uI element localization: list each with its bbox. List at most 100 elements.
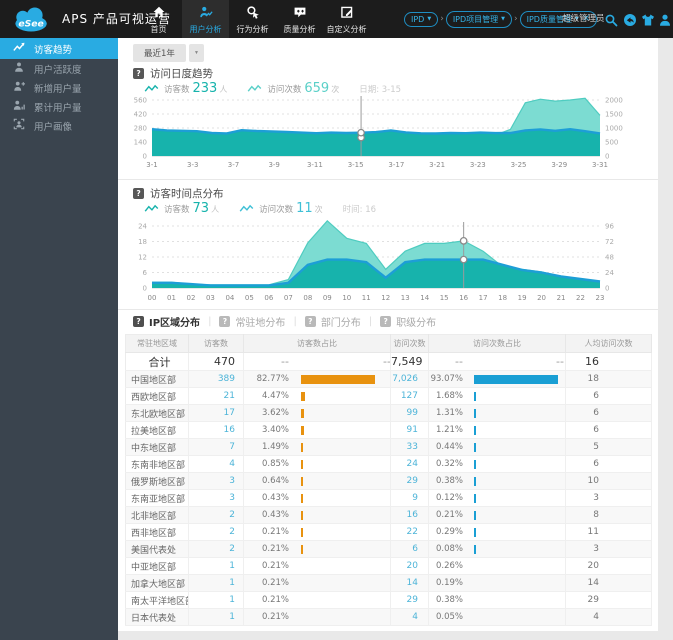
visits-value[interactable]: 33 [390,438,429,456]
user-role: 超级管理员 [562,14,605,24]
tab-separator: | [293,316,297,327]
sidebar-item-user-portrait[interactable]: 用户画像 [0,116,118,135]
svg-text:09: 09 [323,294,332,302]
visitors-value[interactable]: 17 [188,404,244,422]
user-analysis-icon [199,4,213,23]
theme-icon[interactable] [641,12,655,26]
region-name: 东北欧地区部 [125,404,189,422]
visits-value[interactable]: 6 [390,540,429,558]
profile-icon[interactable] [658,12,672,26]
visits-share: 1.68% [435,391,463,401]
visitors-value[interactable]: 1 [188,574,244,592]
nav-item-custom-analysis[interactable]: 自定义分析 [323,0,370,38]
visitors-share: 0.64% [261,476,289,486]
svg-text:3-25: 3-25 [511,161,527,169]
breadcrumb-pill[interactable]: IPD ▼ [404,11,439,27]
visitors-value[interactable]: 2 [188,540,244,558]
visits-value[interactable]: 29 [390,591,429,609]
svg-text:3-11: 3-11 [307,161,323,169]
tab-部门分布[interactable]: ? 部门分布 [304,314,361,329]
visits-value[interactable]: 16 [390,506,429,524]
search-icon[interactable] [604,12,618,27]
visitors-value[interactable]: 3 [188,489,244,507]
sidebar-item-new-users[interactable]: 新增用户量 [0,78,118,97]
table-row: 西欧地区部 21 4.47% 127 1.68% 6 [125,387,652,405]
visitors-value[interactable]: 1 [188,557,244,575]
tab-IP区域分布[interactable]: ? IP区域分布 [133,314,200,329]
visitors-share-bar [301,391,306,401]
logo[interactable]: eSee [8,4,56,34]
visitors-share: 3.62% [261,408,289,418]
svg-text:0: 0 [143,285,147,293]
nav-item-quality-analysis[interactable]: 质量分析 [276,0,323,38]
visits-share: 0.08% [435,544,463,554]
avg-visits-value: 6 [565,404,652,422]
sidebar-item-label: 访客趋势 [34,44,73,56]
tab-常驻地分布[interactable]: ? 常驻地分布 [219,314,285,329]
visits-share-bar [474,527,476,537]
date-range-caret-button[interactable]: ▼ [188,44,204,62]
sidebar-item-user-activity[interactable]: 用户活跃度 [0,59,118,78]
breadcrumb-pill[interactable]: IPD项目管理 ▼ [445,10,513,28]
visitors-value[interactable]: 16 [188,421,244,439]
table-row: 南太平洋地区部 1 0.21% 29 0.38% 29 [125,591,652,609]
visitors-value[interactable]: 7 [188,438,244,456]
sidebar-item-label: 累计用户量 [34,102,82,114]
visits-share: 0.26% [435,561,463,571]
hourly-distribution-chart[interactable]: 24 9618 7212 486 240 000 01 02 03 04 05 06 07 08 09 10 1… [118,214,658,308]
visits-value[interactable]: 9 [390,489,429,507]
quality-analysis-icon [293,4,307,23]
daily-trend-chart[interactable]: 560 2000420 1500280 1000140 5000 03-1 3-3 3-7 3-… [118,94,658,178]
visitors-value[interactable]: 3 [188,472,244,490]
svg-text:eSee: eSee [18,18,43,29]
visits-share: 0.32% [435,459,463,469]
visitors-value[interactable]: 1 [188,591,244,609]
visits-value[interactable]: 4 [390,608,429,626]
visitors-value[interactable]: 4 [188,455,244,473]
table-row: 中东地区部 7 1.49% 33 0.44% 5 [125,438,652,456]
region-name: 俄罗斯地区部 [125,472,189,490]
help-icon: ? [304,316,316,327]
tab-职级分布[interactable]: ? 职级分布 [380,314,436,329]
visitors-share: 0.85% [261,459,289,469]
visits-value[interactable]: 24 [390,455,429,473]
sidebar-item-total-users[interactable]: 累计用户量 [0,97,118,116]
visitors-share-bar [301,408,305,418]
visits-share: 0.38% [435,476,463,486]
help-icon: ? [133,316,144,327]
nav-item-home[interactable]: 首页 [135,0,182,38]
help-icon[interactable]: ? [133,68,144,79]
cloud-logo-icon: eSee [15,7,47,32]
visits-value[interactable]: 22 [390,523,429,541]
visits-value[interactable]: 99 [390,404,429,422]
region-name: 中东地区部 [125,438,189,456]
nav-item-user-analysis[interactable]: 用户分析 [182,0,229,38]
message-icon[interactable] [623,12,637,26]
nav-item-behavior-analysis[interactable]: 行为分析 [229,0,276,38]
help-icon[interactable]: ? [133,188,144,199]
visits-value[interactable]: 127 [390,387,429,405]
svg-text:12: 12 [381,294,390,302]
visits-value[interactable]: 20 [390,557,429,575]
visits-value[interactable]: 14 [390,574,429,592]
visitors-value[interactable]: 389 [188,370,244,388]
visits-value[interactable]: 7,026 [390,370,429,388]
visits-share: 1.21% [435,425,463,435]
visitors-value[interactable]: 2 [188,523,244,541]
visitor-trend-icon [13,41,25,56]
visitors-value[interactable]: 21 [188,387,244,405]
avg-visits-value: 6 [565,421,652,439]
line-series-icon [144,84,159,92]
visits-value[interactable]: 91 [390,421,429,439]
visitors-share: 0.43% [261,510,289,520]
visits-value[interactable]: 29 [390,472,429,490]
visits-share: 0.44% [435,442,463,452]
sidebar-item-visitor-trend[interactable]: 访客趋势 [0,38,118,59]
user-activity-icon [13,61,25,76]
avg-visits-value: 11 [565,523,652,541]
visitors-value[interactable]: 2 [188,506,244,524]
total-users-icon [13,99,25,114]
avg-visits-value: 6 [565,387,652,405]
date-range-button[interactable]: 最近1年 [133,44,186,62]
visitors-value[interactable]: 1 [188,608,244,626]
